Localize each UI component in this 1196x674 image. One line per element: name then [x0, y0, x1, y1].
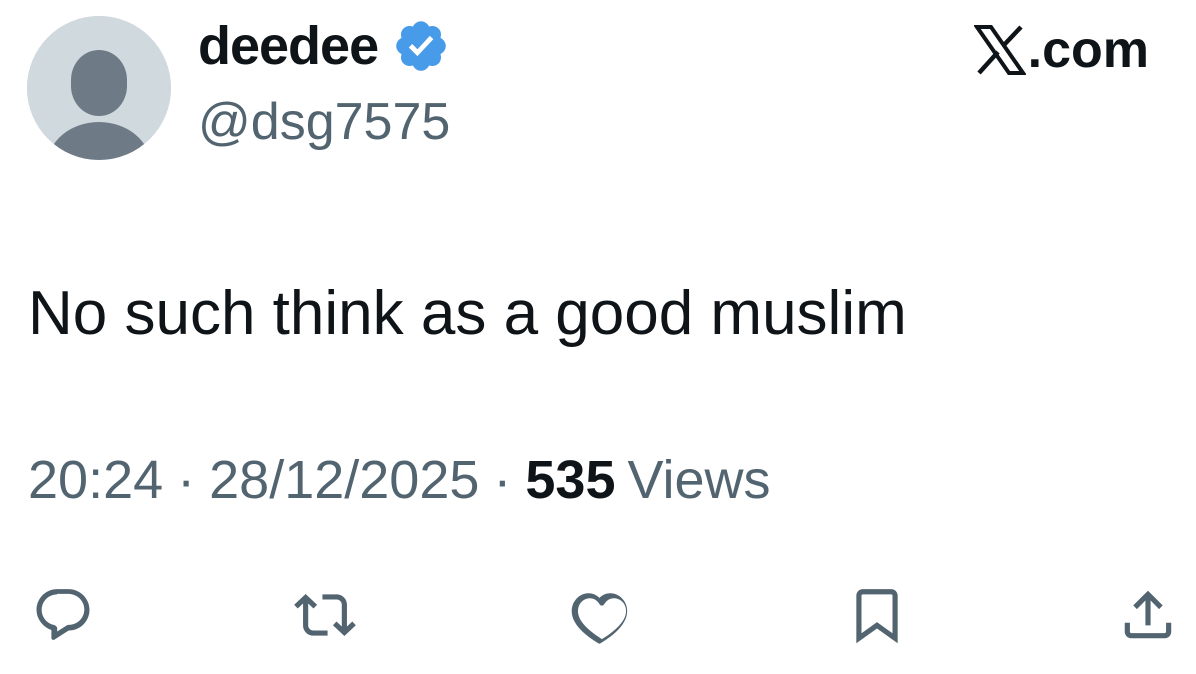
brand-watermark: .com — [972, 21, 1149, 79]
retweet-button[interactable] — [290, 580, 360, 650]
share-icon — [1124, 590, 1172, 639]
retweet-icon — [294, 594, 356, 636]
bookmark-button[interactable] — [842, 580, 912, 650]
meta-separator: · — [493, 450, 512, 510]
tweet-time[interactable]: 20:24 — [28, 450, 163, 510]
tweet-card: deedee @dsg7575 .com No such think as a … — [0, 0, 1196, 674]
tweet-meta: 20:24 · 28/12/2025 · 535 Views — [28, 453, 771, 507]
meta-separator: · — [177, 450, 196, 510]
action-bar — [0, 580, 1196, 650]
bookmark-icon — [856, 589, 898, 644]
tweet-date[interactable]: 28/12/2025 — [209, 450, 479, 510]
heart-icon — [571, 593, 628, 644]
reply-button[interactable] — [28, 580, 98, 650]
reply-icon — [36, 589, 90, 640]
tweet-text: No such think as a good muslim — [28, 279, 907, 348]
brand-label: .com — [1027, 21, 1149, 79]
default-avatar-icon — [27, 16, 171, 160]
share-button[interactable] — [1113, 580, 1183, 650]
avatar[interactable] — [27, 16, 171, 160]
views-label[interactable]: Views — [627, 450, 770, 510]
verified-badge-icon[interactable] — [392, 17, 450, 75]
views-count[interactable]: 535 — [525, 450, 615, 510]
author-name-row: deedee — [198, 14, 450, 78]
x-logo-icon — [972, 25, 1027, 75]
display-name[interactable]: deedee — [198, 19, 379, 73]
author-handle[interactable]: @dsg7575 — [198, 96, 450, 148]
like-button[interactable] — [567, 580, 637, 650]
